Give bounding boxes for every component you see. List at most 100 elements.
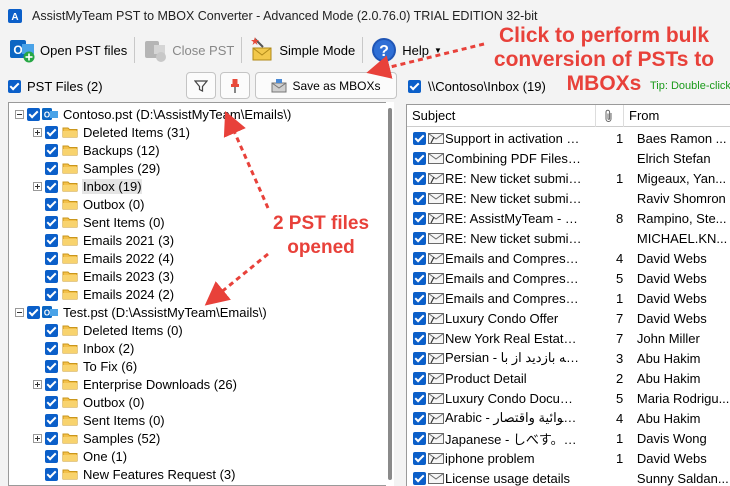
message-row[interactable]: RE: New ticket submitte... MICHAEL.KN... xyxy=(407,228,730,248)
simple-mode-button[interactable]: Simple Mode xyxy=(245,34,359,66)
subject-column-header[interactable]: Subject xyxy=(412,108,455,123)
folder-node[interactable]: One (1) xyxy=(33,447,127,465)
message-row[interactable]: Arabic - عشوائية واقتصار 4 Abu Hakim xyxy=(407,408,730,428)
message-row[interactable]: Luxury Condo Offer 7 David Webs xyxy=(407,308,730,328)
expand-toggle[interactable] xyxy=(33,181,42,191)
message-row[interactable]: iphone problem 1 David Webs xyxy=(407,448,730,468)
message-row[interactable]: RE: AssistMyTeam - h... 8 Rampino, Ste... xyxy=(407,208,730,228)
node-checkbox[interactable] xyxy=(27,107,40,121)
message-checkbox[interactable] xyxy=(413,231,426,245)
save-as-mbox-button[interactable]: Save as MBOXs xyxy=(255,72,397,99)
help-button[interactable]: ? Help ▼ xyxy=(366,34,446,66)
folder-node[interactable]: Deleted Items (0) xyxy=(33,321,183,339)
message-checkbox[interactable] xyxy=(413,191,426,205)
message-checkbox[interactable] xyxy=(413,331,426,345)
tree-scrollbar-thumb[interactable] xyxy=(388,108,392,480)
node-checkbox[interactable] xyxy=(45,467,58,481)
folder-node[interactable]: To Fix (6) xyxy=(33,357,137,375)
collapse-toggle[interactable] xyxy=(15,109,24,119)
node-checkbox[interactable] xyxy=(45,377,58,391)
folder-node[interactable]: New Features Request (3) xyxy=(33,465,235,483)
message-checkbox[interactable] xyxy=(413,271,426,285)
message-row[interactable]: Combining PDF Files a... Elrich Stefan xyxy=(407,148,730,168)
message-row[interactable]: RE: New ticket submitte... Raviv Shomron xyxy=(407,188,730,208)
expand-toggle[interactable] xyxy=(33,127,42,137)
close-pst-button[interactable]: Close PST xyxy=(138,34,238,66)
message-row[interactable]: Luxury Condo Docume... 5 Maria Rodrigu... xyxy=(407,388,730,408)
from-column-header[interactable]: From xyxy=(629,108,659,123)
node-checkbox[interactable] xyxy=(45,215,58,229)
message-checkbox[interactable] xyxy=(413,291,426,305)
message-row[interactable]: Emails and Compress... 5 David Webs xyxy=(407,268,730,288)
pst-file-node[interactable]: O Test.pst (D:\AssistMyTeam\Emails\) xyxy=(15,303,267,321)
message-checkbox[interactable] xyxy=(413,431,426,445)
message-checkbox[interactable] xyxy=(413,351,426,365)
folder-node[interactable]: Outbox (0) xyxy=(33,195,144,213)
node-checkbox[interactable] xyxy=(45,197,58,211)
message-checkbox[interactable] xyxy=(413,131,426,145)
message-checkbox[interactable] xyxy=(413,371,426,385)
folder-node[interactable]: Emails 2023 (3) xyxy=(33,267,174,285)
node-checkbox[interactable] xyxy=(45,287,58,301)
node-checkbox[interactable] xyxy=(45,359,58,373)
message-row[interactable]: RE: New ticket submitte... 1 Migeaux, Yan.… xyxy=(407,168,730,188)
folder-node[interactable]: Emails 2024 (2) xyxy=(33,285,174,303)
pin-button[interactable] xyxy=(220,72,250,99)
folder-node[interactable]: Outbox (0) xyxy=(33,393,144,411)
message-checkbox[interactable] xyxy=(413,451,426,465)
folder-node[interactable]: Samples (29) xyxy=(33,159,160,177)
open-pst-button[interactable]: O Open PST files xyxy=(4,34,131,66)
message-row[interactable]: New York Real Estate ... 7 John Miller xyxy=(407,328,730,348)
tree-scrollbar[interactable] xyxy=(386,102,394,486)
message-row[interactable]: Japanese - しべす。ヌイ... 1 Davis Wong xyxy=(407,428,730,448)
message-row[interactable]: Emails and Compress... 1 David Webs xyxy=(407,288,730,308)
node-checkbox[interactable] xyxy=(45,251,58,265)
message-row[interactable]: Persian - مقاله بازدید از با 3 Abu Hakim xyxy=(407,348,730,368)
node-checkbox[interactable] xyxy=(45,179,58,193)
node-checkbox[interactable] xyxy=(45,269,58,283)
folder-tree[interactable]: O Contoso.pst (D:\AssistMyTeam\Emails\) De… xyxy=(8,102,394,486)
collapse-toggle[interactable] xyxy=(15,307,24,317)
folder-node[interactable]: Backups (12) xyxy=(33,141,160,159)
folder-node[interactable]: Enterprise Downloads (26) xyxy=(33,375,237,393)
expand-toggle[interactable] xyxy=(33,379,42,389)
pst-file-node[interactable]: O Contoso.pst (D:\AssistMyTeam\Emails\) xyxy=(15,105,291,123)
node-checkbox[interactable] xyxy=(45,395,58,409)
message-checkbox[interactable] xyxy=(413,251,426,265)
column-divider[interactable] xyxy=(595,105,596,127)
message-row[interactable]: Emails and Compress... 4 David Webs xyxy=(407,248,730,268)
column-divider[interactable] xyxy=(623,105,624,127)
message-row[interactable]: Product Detail 2 Abu Hakim xyxy=(407,368,730,388)
node-checkbox[interactable] xyxy=(45,125,58,139)
messages-grid[interactable]: Subject From Support in activation of ..… xyxy=(406,104,730,486)
folder-node[interactable]: Samples (52) xyxy=(33,429,160,447)
message-checkbox[interactable] xyxy=(413,411,426,425)
filter-button[interactable] xyxy=(186,72,216,99)
folder-node[interactable]: Sent Items (0) xyxy=(33,213,165,231)
message-checkbox[interactable] xyxy=(413,391,426,405)
node-checkbox[interactable] xyxy=(45,161,58,175)
message-checkbox[interactable] xyxy=(413,171,426,185)
folder-node[interactable]: Deleted Items (31) xyxy=(33,123,190,141)
folder-node[interactable]: Emails 2022 (4) xyxy=(33,249,174,267)
select-all-pst-checkbox[interactable] xyxy=(8,79,21,93)
node-checkbox[interactable] xyxy=(45,449,58,463)
node-checkbox[interactable] xyxy=(45,233,58,247)
node-checkbox[interactable] xyxy=(45,341,58,355)
folder-node[interactable]: Sent Items (0) xyxy=(33,411,165,429)
message-checkbox[interactable] xyxy=(413,151,426,165)
node-checkbox[interactable] xyxy=(45,413,58,427)
folder-node[interactable]: Inbox (19) xyxy=(33,177,142,195)
node-checkbox[interactable] xyxy=(45,323,58,337)
node-checkbox[interactable] xyxy=(45,431,58,445)
attachment-column-icon[interactable] xyxy=(604,109,614,123)
folder-node[interactable]: Inbox (2) xyxy=(33,339,134,357)
expand-toggle[interactable] xyxy=(33,433,42,443)
node-checkbox[interactable] xyxy=(27,305,40,319)
message-row[interactable]: License usage details Sunny Saldan... xyxy=(407,468,730,486)
message-checkbox[interactable] xyxy=(413,311,426,325)
folder-node[interactable]: Emails 2021 (3) xyxy=(33,231,174,249)
message-checkbox[interactable] xyxy=(413,211,426,225)
node-checkbox[interactable] xyxy=(45,143,58,157)
select-all-messages-checkbox[interactable] xyxy=(408,79,421,93)
